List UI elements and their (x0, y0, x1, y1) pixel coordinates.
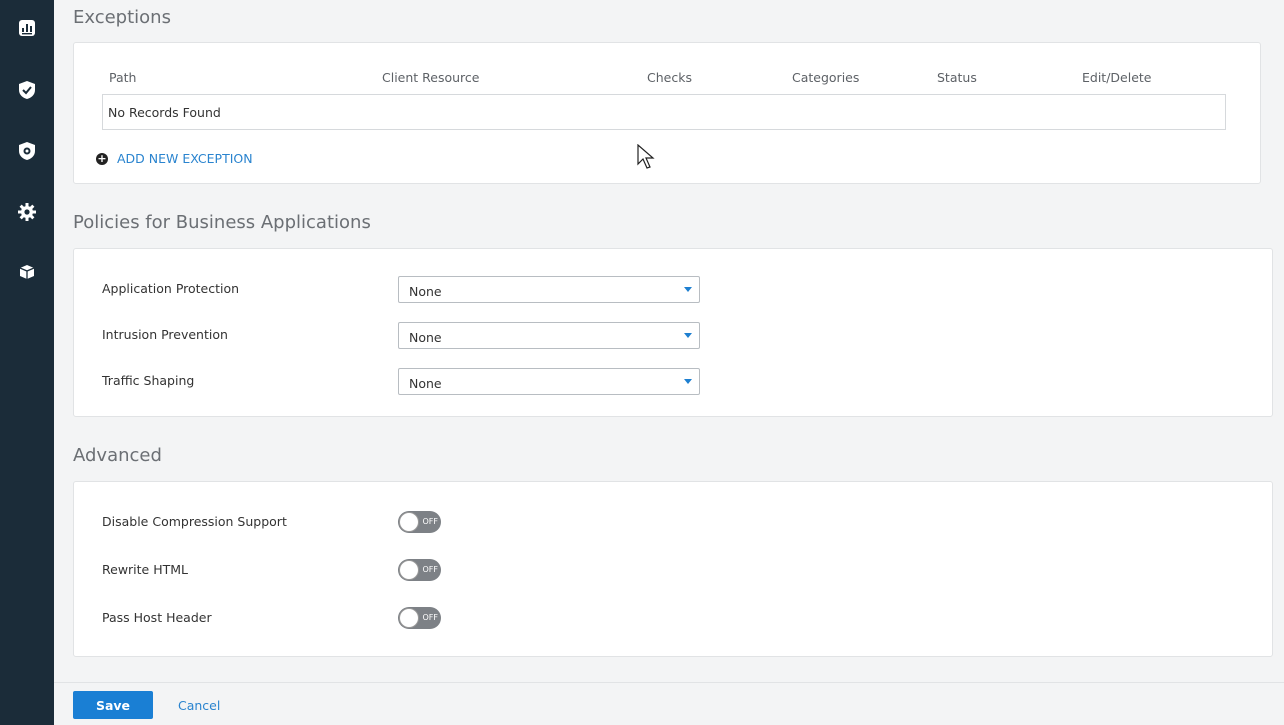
advanced-panel: Disable Compression Support OFF Rewrite … (73, 481, 1273, 657)
toggle-state: OFF (422, 613, 439, 622)
intrusion-prevention-select[interactable]: None (398, 322, 700, 349)
column-header-path: Path (109, 70, 137, 85)
pass-host-header-toggle[interactable]: OFF (398, 607, 441, 629)
column-header-categories: Categories (792, 70, 860, 85)
application-protection-select[interactable]: None (398, 276, 700, 303)
intrusion-prevention-label: Intrusion Prevention (102, 327, 228, 342)
pass-host-header-label: Pass Host Header (102, 610, 212, 625)
rewrite-html-toggle[interactable]: OFF (398, 559, 441, 581)
reports-icon[interactable] (15, 16, 39, 40)
add-new-exception-link[interactable]: + ADD NEW EXCEPTION (96, 151, 253, 166)
cancel-link[interactable]: Cancel (178, 698, 220, 713)
gear-icon[interactable] (15, 200, 39, 224)
plus-circle-icon: + (96, 151, 108, 165)
column-header-client-resource: Client Resource (382, 70, 480, 85)
column-header-edit-delete: Edit/Delete (1082, 70, 1152, 85)
toggle-state: OFF (422, 517, 439, 526)
advanced-title: Advanced (73, 445, 162, 466)
disable-compression-toggle[interactable]: OFF (398, 511, 441, 533)
column-header-status: Status (937, 70, 977, 85)
policies-title: Policies for Business Applications (73, 212, 371, 233)
application-protection-label: Application Protection (102, 281, 240, 296)
mouse-cursor-icon (637, 144, 655, 169)
toggle-state: OFF (422, 565, 439, 574)
traffic-shaping-select[interactable]: None (398, 368, 700, 395)
chevron-down-icon (684, 379, 692, 384)
add-new-exception-label: ADD NEW EXCEPTION (117, 151, 253, 166)
application-protection-value: None (409, 284, 442, 299)
toggle-knob (399, 608, 419, 628)
rewrite-html-label: Rewrite HTML (102, 562, 188, 577)
chevron-down-icon (684, 287, 692, 292)
form-footer: Save Cancel (54, 682, 1284, 725)
shield-check-icon[interactable] (15, 78, 39, 102)
policies-panel: Application Protection None Intrusion Pr… (73, 248, 1273, 417)
chevron-down-icon (684, 333, 692, 338)
disable-compression-label: Disable Compression Support (102, 514, 287, 529)
traffic-shaping-label: Traffic Shaping (102, 373, 195, 388)
column-header-checks: Checks (647, 70, 692, 85)
intrusion-prevention-value: None (409, 330, 442, 345)
box-icon[interactable] (15, 260, 39, 284)
toggle-knob (399, 560, 419, 580)
exceptions-title: Exceptions (73, 7, 171, 28)
sidebar (0, 0, 54, 725)
save-button[interactable]: Save (73, 691, 153, 719)
toggle-knob (399, 512, 419, 532)
traffic-shaping-value: None (409, 376, 442, 391)
main-content: Exceptions Path Client Resource Checks C… (54, 0, 1284, 725)
empty-records-row: No Records Found (102, 94, 1226, 130)
shield-gear-icon[interactable] (15, 139, 39, 163)
exceptions-panel: Path Client Resource Checks Categories S… (73, 42, 1261, 184)
